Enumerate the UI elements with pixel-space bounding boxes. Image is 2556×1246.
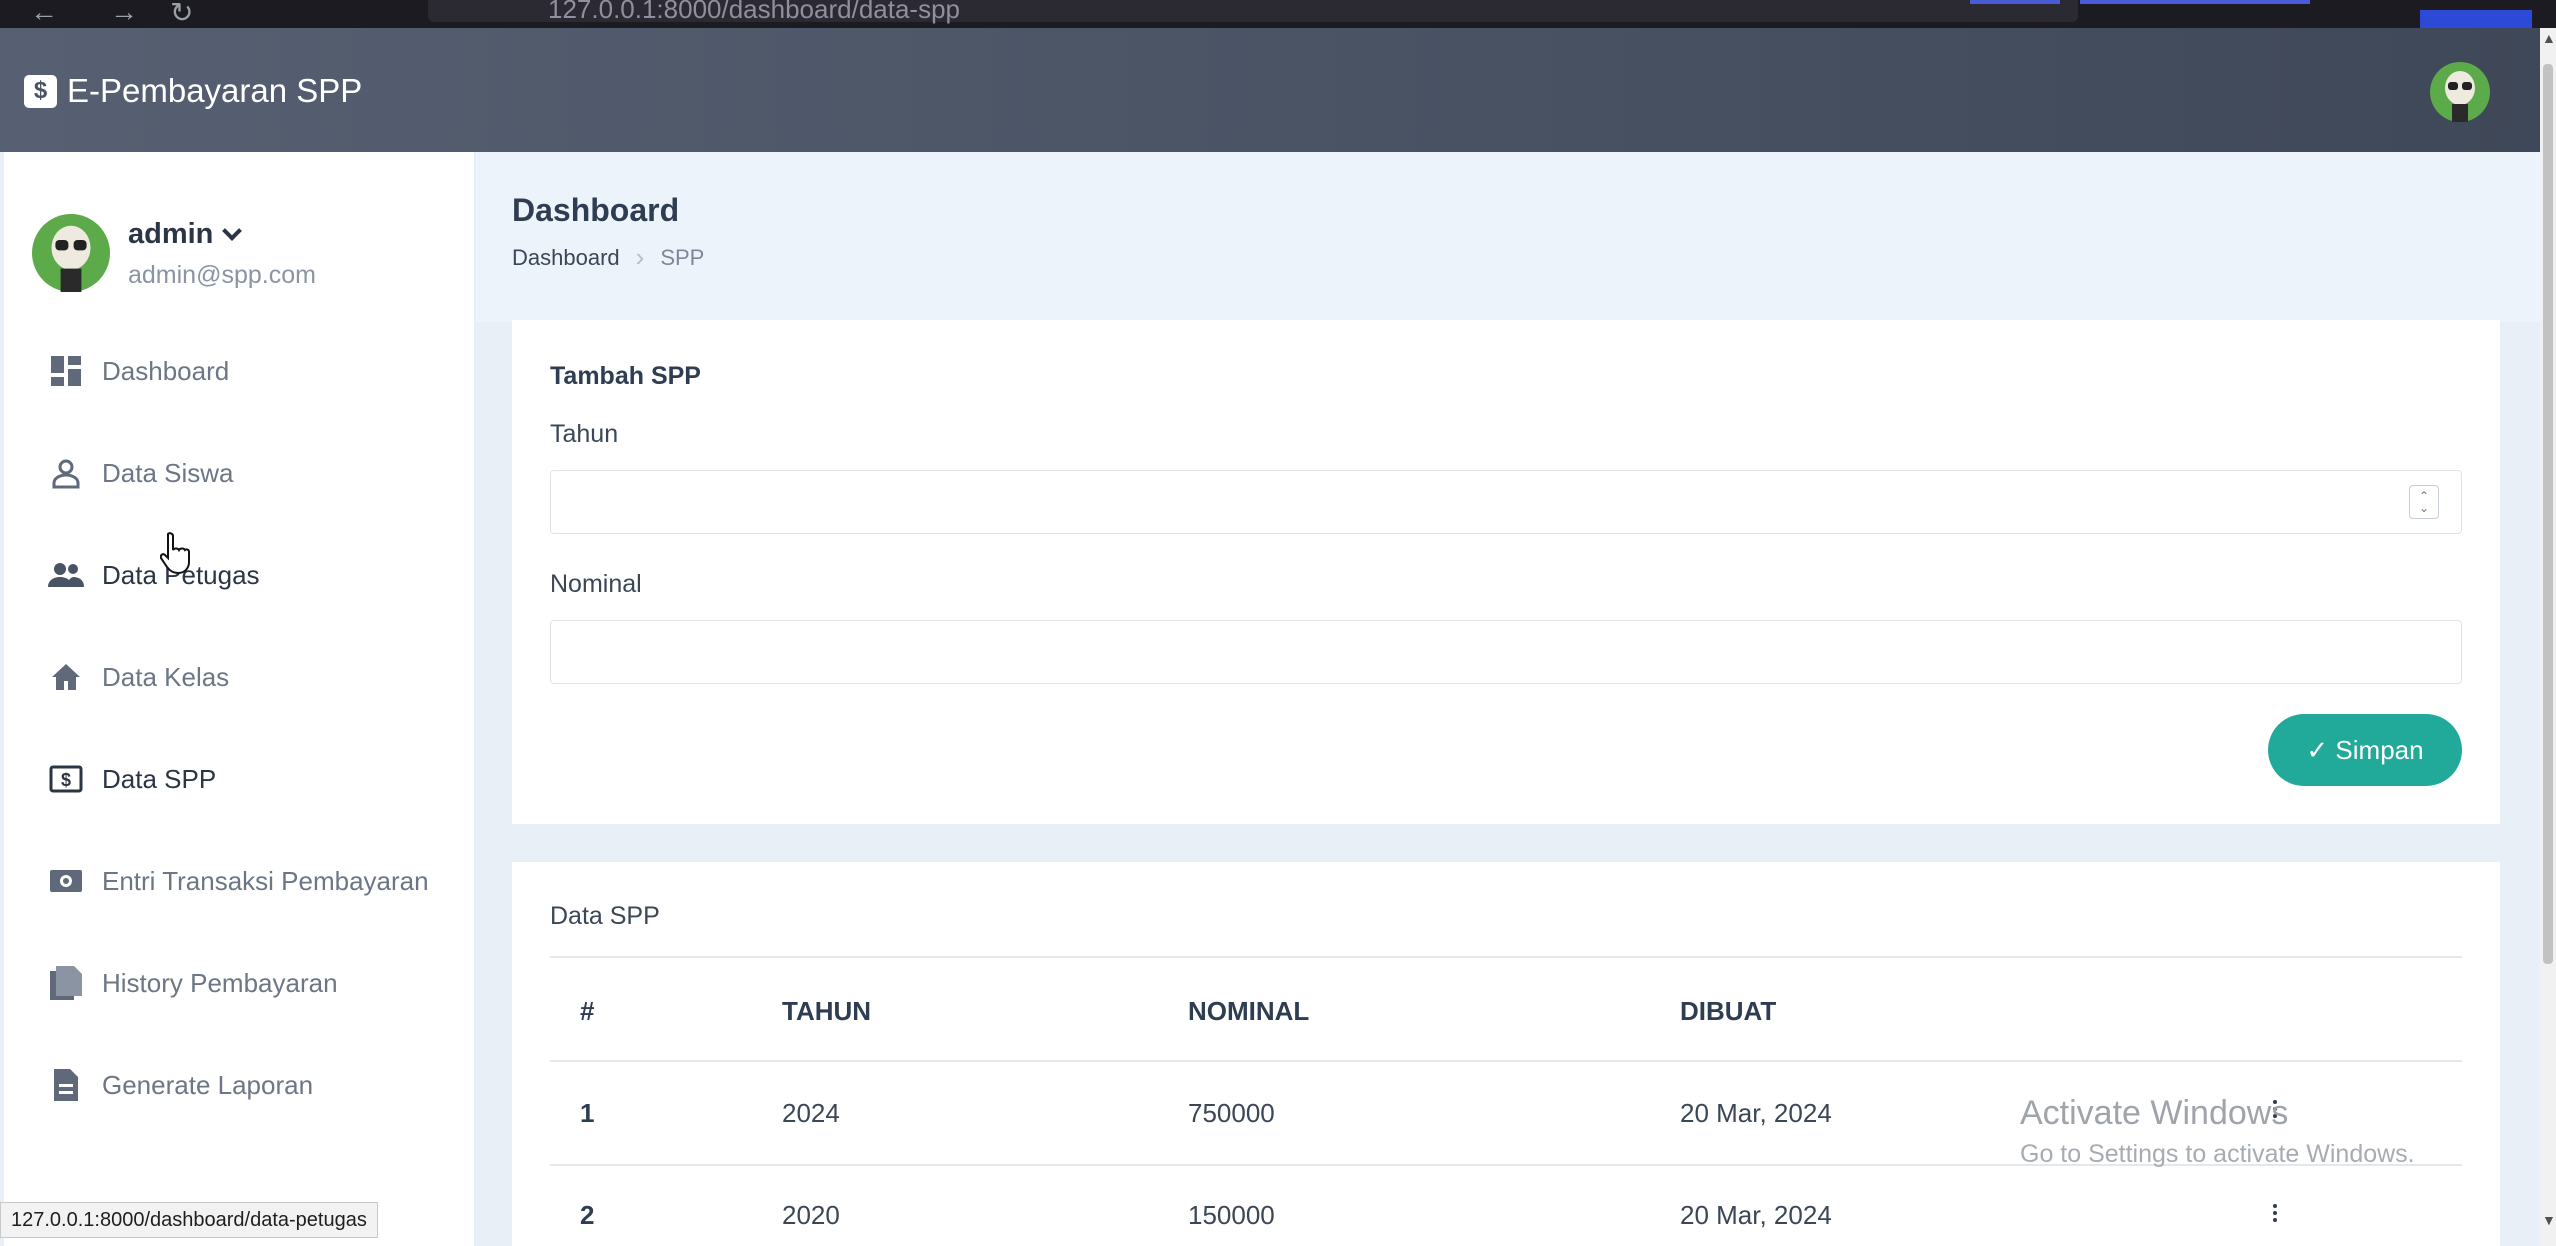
nominal-label: Nominal [550,570,642,598]
sidebar-item-label: History Pembayaran [102,967,338,998]
divider [550,1060,2462,1062]
back-icon[interactable]: ← [30,0,58,28]
browser-toolbar: ← → ↻ 127.0.0.1:8000/dashboard/data-spp [0,0,2556,32]
sidebar-item-label: Dashboard [102,355,230,386]
column-header-number: # [580,996,595,1026]
nominal-input[interactable] [550,620,2462,684]
windows-watermark-title: Activate Windows [2020,1094,2289,1132]
avatar[interactable] [2430,62,2490,122]
scroll-up-icon[interactable]: ▲ [2542,30,2556,46]
sidebar-item-label: Entri Transaksi Pembayaran [102,865,429,896]
user-name[interactable]: admin [128,218,316,251]
row-nominal: 750000 [1188,1098,1275,1128]
address-bar[interactable]: 127.0.0.1:8000/dashboard/data-spp [428,0,2078,24]
card-title: Tambah SPP [550,362,701,390]
user-profile[interactable]: admin admin@spp.com [32,214,316,292]
breadcrumb-item-dashboard[interactable]: Dashboard [512,245,620,271]
sidebar-item-entri-transaksi[interactable]: Entri Transaksi Pembayaran [48,856,429,906]
row-dibuat: 20 Mar, 2024 [1680,1200,1832,1230]
svg-text:$: $ [61,770,71,790]
sidebar-item-data-siswa[interactable]: Data Siswa [48,448,234,498]
more-vertical-icon[interactable] [2272,1204,2278,1222]
home-icon [48,659,84,695]
forward-icon[interactable]: → [110,0,138,28]
divider [550,956,2462,958]
money-icon [48,863,84,899]
avatar [32,214,110,292]
column-header-tahun: TAHUN [782,996,872,1026]
chevron-right-icon: › [635,242,645,272]
breadcrumb-item-spp: SPP [660,244,705,270]
table-title: Data SPP [550,902,660,930]
address-url: 127.0.0.1:8000/dashboard/data-spp [548,0,961,24]
toolbar-highlight [2080,0,2310,4]
file-icon [48,1067,84,1103]
tahun-input[interactable]: ⌃ ⌄ [550,470,2462,534]
sidebar-item-label: Generate Laporan [102,1069,314,1100]
page-title: Dashboard [512,192,680,228]
brand-logo[interactable]: $ E-Pembayaran SPP [24,72,362,110]
dollar-icon: $ [24,74,57,108]
chevron-down-icon [222,220,243,241]
breadcrumb: Dashboard › SPP [512,242,704,273]
scroll-down-icon[interactable]: ▼ [2542,1212,2556,1228]
sidebar-item-label: Data Siswa [102,457,234,488]
row-dibuat: 20 Mar, 2024 [1680,1098,1832,1128]
app-header: $ E-Pembayaran SPP [0,28,2540,152]
column-header-dibuat: DIBUAT [1680,996,1777,1026]
status-bar-url: 127.0.0.1:8000/dashboard/data-petugas [0,1202,378,1238]
documents-icon [48,965,84,1001]
sidebar-item-label: Data Kelas [102,661,230,692]
row-number: 1 [580,1098,595,1128]
number-stepper-icon[interactable]: ⌃ ⌄ [2409,485,2439,519]
sidebar-item-generate-laporan[interactable]: Generate Laporan [48,1060,313,1110]
sidebar-item-data-petugas[interactable]: Data Petugas [48,550,260,600]
dollar-icon: $ [48,761,84,797]
page-header: Dashboard Dashboard › SPP [476,152,2540,322]
sidebar-item-label: Data SPP [102,763,217,794]
windows-watermark-subtitle: Go to Settings to activate Windows. [2020,1140,2415,1168]
person-icon [48,455,84,491]
reload-icon[interactable]: ↻ [170,0,193,29]
tahun-label: Tahun [550,420,619,448]
sidebar: admin admin@spp.com Dashboard Data Siswa… [4,152,474,1246]
row-tahun: 2024 [782,1098,840,1128]
row-nominal: 150000 [1188,1200,1275,1230]
hand-cursor-icon [160,532,190,574]
column-header-nominal: NOMINAL [1188,996,1310,1026]
sidebar-item-data-kelas[interactable]: Data Kelas [48,652,229,702]
sidebar-item-history[interactable]: History Pembayaran [48,958,338,1008]
dashboard-icon [48,353,84,389]
add-spp-card: Tambah SPP Tahun ⌃ ⌄ Nominal ✓ Simpan [512,320,2500,824]
sidebar-item-data-spp[interactable]: $ Data SPP [48,754,216,804]
save-button[interactable]: ✓ Simpan [2268,714,2462,786]
user-email: admin@spp.com [128,261,316,289]
people-icon [48,557,84,593]
data-spp-card: Data SPP # TAHUN NOMINAL DIBUAT 1 2024 7… [512,862,2500,1246]
row-tahun: 2020 [782,1200,840,1230]
brand-name: E-Pembayaran SPP [67,72,363,109]
sidebar-item-dashboard[interactable]: Dashboard [48,346,229,396]
toolbar-highlight [1970,0,2060,4]
row-number: 2 [580,1200,595,1230]
scrollbar-thumb[interactable] [2543,64,2553,964]
